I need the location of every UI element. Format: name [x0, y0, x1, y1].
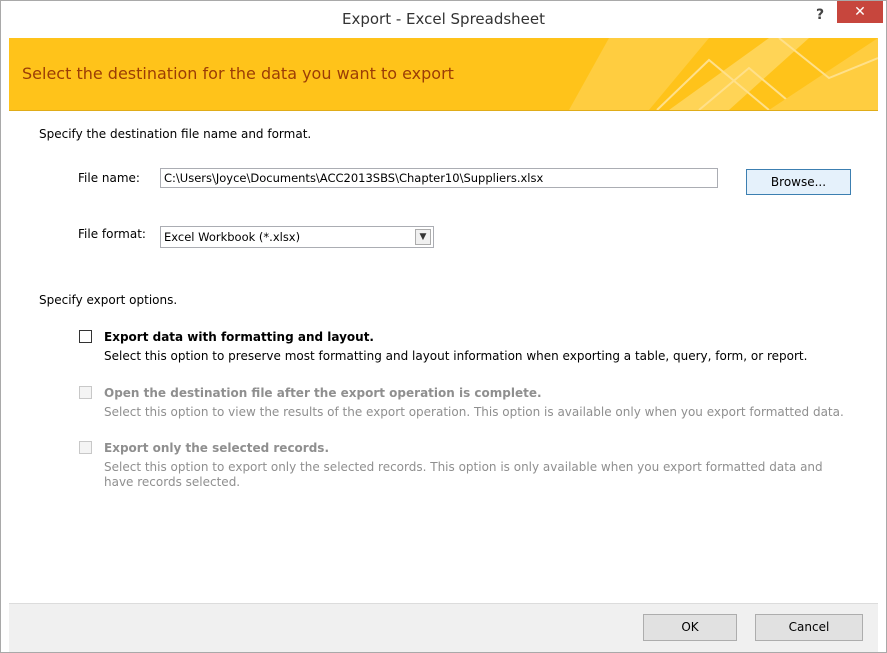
close-button[interactable]: ✕	[837, 1, 883, 23]
file-format-value: Excel Workbook (*.xlsx)	[164, 230, 301, 244]
file-format-label: File format:	[78, 227, 146, 241]
dialog-footer: OK Cancel	[9, 603, 878, 652]
export-dialog: Export - Excel Spreadsheet ? ✕ Select th…	[0, 0, 887, 653]
dialog-title: Export - Excel Spreadsheet	[341, 10, 546, 28]
chevron-down-icon[interactable]: ▼	[415, 229, 431, 245]
export-selected-checkbox[interactable]	[79, 441, 92, 454]
close-icon: ✕	[854, 4, 866, 20]
cancel-button[interactable]: Cancel	[755, 614, 863, 641]
export-selected-title: Export only the selected records.	[104, 441, 330, 455]
file-name-label: File name:	[78, 171, 140, 185]
export-formatting-checkbox[interactable]	[79, 330, 92, 343]
dialog-body: Specify the destination file name and fo…	[9, 111, 878, 603]
export-selected-description: Select this option to export only the se…	[104, 460, 823, 489]
open-destination-title: Open the destination file after the expo…	[104, 386, 542, 400]
banner-heading: Select the destination for the data you …	[22, 64, 454, 83]
export-formatting-description: Select this option to preserve most form…	[104, 349, 808, 363]
open-destination-description: Select this option to view the results o…	[104, 405, 844, 419]
file-format-select[interactable]: Excel Workbook (*.xlsx) ▼	[160, 226, 434, 248]
export-formatting-title[interactable]: Export data with formatting and layout.	[104, 330, 374, 344]
help-button[interactable]: ?	[810, 4, 830, 26]
file-name-input[interactable]: C:\Users\Joyce\Documents\ACC2013SBS\Chap…	[160, 168, 718, 188]
browse-button[interactable]: Browse...	[746, 169, 851, 195]
destination-section-label: Specify the destination file name and fo…	[39, 127, 312, 141]
open-destination-checkbox[interactable]	[79, 386, 92, 399]
title-bar: Export - Excel Spreadsheet ? ✕	[1, 1, 886, 37]
options-section-label: Specify export options.	[39, 293, 178, 307]
header-banner: Select the destination for the data you …	[9, 38, 878, 111]
ok-button[interactable]: OK	[643, 614, 737, 641]
